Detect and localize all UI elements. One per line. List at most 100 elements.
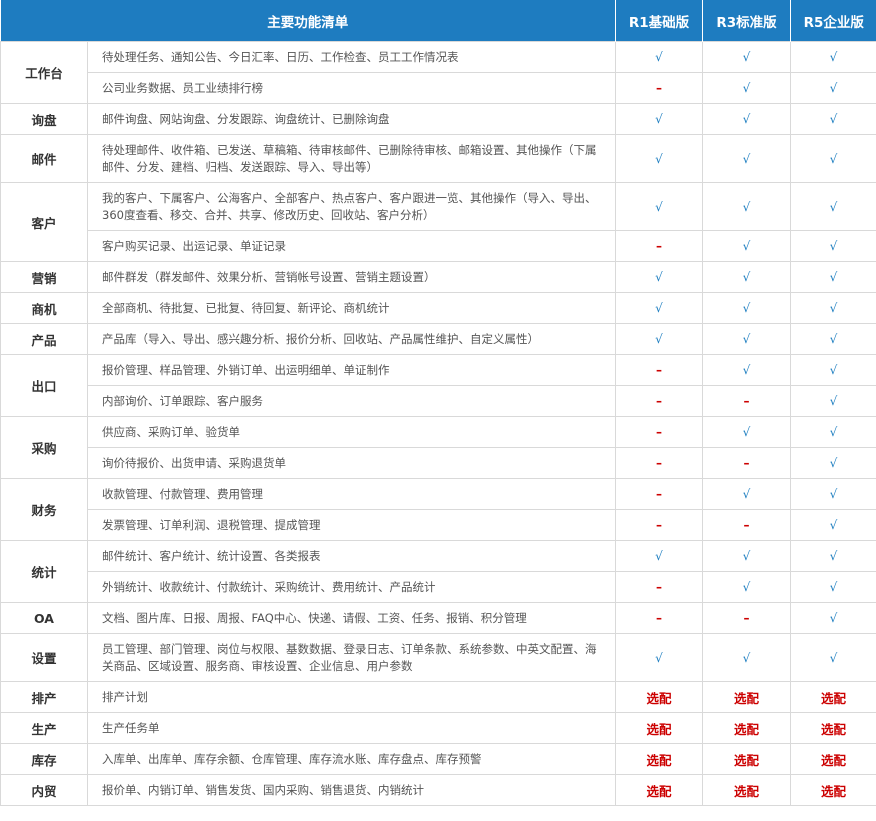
table-row: 公司业务数据、员工业绩排行榜 – √ √ bbox=[1, 72, 876, 104]
feature-description: 生产任务单 bbox=[87, 712, 616, 744]
feature-description: 供应商、采购订单、验货单 bbox=[87, 416, 616, 448]
r5-availability-included: √ bbox=[790, 416, 876, 448]
table-row: OA 文档、图片库、日报、周报、FAQ中心、快递、请假、工资、任务、报销、积分管理… bbox=[0, 602, 876, 634]
feature-description: 我的客户、下属客户、公海客户、全部客户、热点客户、客户跟进一览、其他操作（导入、… bbox=[87, 182, 616, 231]
feature-description: 客户购买记录、出运记录、单证记录 bbox=[87, 230, 616, 262]
module-name: 邮件 bbox=[0, 134, 88, 183]
r3-availability-included: √ bbox=[702, 571, 791, 603]
table-row: 商机 全部商机、待批复、已批复、待回复、新评论、商机统计 √ √ √ bbox=[0, 292, 876, 324]
table-row: 产品 产品库（导入、导出、感兴趣分析、报价分析、回收站、产品属性维护、自定义属性）… bbox=[0, 323, 876, 355]
table-row: 财务 收款管理、付款管理、费用管理 – √ √ bbox=[0, 478, 876, 541]
r3-availability-included: √ bbox=[702, 478, 791, 510]
r1-availability-optional: 选配 bbox=[615, 712, 703, 744]
r3-availability-optional: 选配 bbox=[702, 712, 791, 744]
feature-description: 邮件群发（群发邮件、效果分析、营销帐号设置、营销主题设置） bbox=[87, 261, 616, 293]
r5-availability-optional: 选配 bbox=[790, 681, 876, 713]
feature-description: 内部询价、订单跟踪、客户服务 bbox=[87, 385, 616, 417]
r1-availability-not-included: – bbox=[615, 478, 703, 510]
r3-edition-header: R3标准版 bbox=[702, 0, 791, 42]
r3-availability-included: √ bbox=[702, 323, 791, 355]
r5-availability-included: √ bbox=[790, 230, 876, 262]
table-header: 主要功能清单 R1基础版 R3标准版 R5企业版 bbox=[0, 0, 876, 42]
table-row: 排产 排产计划 选配 选配 选配 bbox=[0, 681, 876, 713]
feature-description: 产品库（导入、导出、感兴趣分析、报价分析、回收站、产品属性维护、自定义属性） bbox=[87, 323, 616, 355]
table-row: 出口 报价管理、样品管理、外销订单、出运明细单、单证制作 – √ √ bbox=[0, 354, 876, 417]
feature-description: 报价管理、样品管理、外销订单、出运明细单、单证制作 bbox=[87, 354, 616, 386]
r5-availability-included: √ bbox=[790, 292, 876, 324]
r3-availability-included: √ bbox=[702, 182, 791, 231]
r3-availability-included: √ bbox=[702, 134, 791, 183]
r3-availability-not-included: – bbox=[702, 602, 791, 634]
module-name: 设置 bbox=[0, 633, 88, 682]
r1-availability-optional: 选配 bbox=[615, 743, 703, 775]
r5-availability-included: √ bbox=[790, 354, 876, 386]
r1-availability-included: √ bbox=[615, 323, 703, 355]
feature-comparison-table: 主要功能清单 R1基础版 R3标准版 R5企业版 工作台 待处理任务、通知公告、今… bbox=[0, 0, 876, 806]
r5-availability-included: √ bbox=[790, 447, 876, 479]
table-row: 发票管理、订单利润、退税管理、提成管理 – – √ bbox=[1, 509, 876, 541]
r5-availability-included: √ bbox=[790, 134, 876, 183]
r5-availability-optional: 选配 bbox=[790, 774, 876, 806]
feature-description: 排产计划 bbox=[87, 681, 616, 713]
feature-description: 员工管理、部门管理、岗位与权限、基数数据、登录日志、订单条款、系统参数、中英文配… bbox=[87, 633, 616, 682]
r5-availability-included: √ bbox=[790, 478, 876, 510]
r5-availability-optional: 选配 bbox=[790, 743, 876, 775]
r1-availability-not-included: – bbox=[615, 72, 703, 104]
table-row: 邮件 待处理邮件、收件箱、已发送、草稿箱、待审核邮件、已删除待审核、邮箱设置、其他… bbox=[0, 134, 876, 183]
r1-edition-header: R1基础版 bbox=[615, 0, 703, 42]
r5-availability-included: √ bbox=[790, 261, 876, 293]
table-row: 采购 供应商、采购订单、验货单 – √ √ bbox=[0, 416, 876, 479]
feature-description: 外销统计、收款统计、付款统计、采购统计、费用统计、产品统计 bbox=[87, 571, 616, 603]
feature-list-header: 主要功能清单 bbox=[0, 0, 616, 42]
r1-availability-not-included: – bbox=[615, 385, 703, 417]
r5-availability-included: √ bbox=[790, 385, 876, 417]
table-row: 询盘 邮件询盘、网站询盘、分发跟踪、询盘统计、已删除询盘 √ √ √ bbox=[0, 103, 876, 135]
r3-availability-included: √ bbox=[702, 230, 791, 262]
table-body: 工作台 待处理任务、通知公告、今日汇率、日历、工作检查、员工工作情况表 √ √ √ 公司业… bbox=[0, 41, 876, 806]
r3-availability-included: √ bbox=[702, 354, 791, 386]
table-row: 外销统计、收款统计、付款统计、采购统计、费用统计、产品统计 – √ √ bbox=[1, 571, 876, 603]
r1-availability-included: √ bbox=[615, 103, 703, 135]
feature-description: 收款管理、付款管理、费用管理 bbox=[87, 478, 616, 510]
module-name: 采购 bbox=[0, 416, 88, 479]
feature-description: 文档、图片库、日报、周报、FAQ中心、快递、请假、工资、任务、报销、积分管理 bbox=[87, 602, 616, 634]
module-name: 内贸 bbox=[0, 774, 88, 806]
module-name: 出口 bbox=[0, 354, 88, 417]
r5-availability-included: √ bbox=[790, 540, 876, 572]
r1-availability-included: √ bbox=[615, 134, 703, 183]
table-row: 询价待报价、出货申请、采购退货单 – – √ bbox=[1, 447, 876, 479]
r5-availability-included: √ bbox=[790, 103, 876, 135]
r5-edition-header: R5企业版 bbox=[790, 0, 876, 42]
feature-description: 待处理邮件、收件箱、已发送、草稿箱、待审核邮件、已删除待审核、邮箱设置、其他操作… bbox=[87, 134, 616, 183]
feature-description: 公司业务数据、员工业绩排行榜 bbox=[87, 72, 616, 104]
module-name: 商机 bbox=[0, 292, 88, 324]
r1-availability-not-included: – bbox=[615, 416, 703, 448]
r3-availability-optional: 选配 bbox=[702, 774, 791, 806]
r1-availability-included: √ bbox=[615, 292, 703, 324]
r1-availability-not-included: – bbox=[615, 230, 703, 262]
r1-availability-not-included: – bbox=[615, 602, 703, 634]
r1-availability-included: √ bbox=[615, 261, 703, 293]
module-name: 库存 bbox=[0, 743, 88, 775]
r1-availability-included: √ bbox=[615, 540, 703, 572]
r5-availability-included: √ bbox=[790, 633, 876, 682]
r1-availability-included: √ bbox=[615, 41, 703, 73]
feature-description: 邮件统计、客户统计、统计设置、各类报表 bbox=[87, 540, 616, 572]
module-name: 工作台 bbox=[0, 41, 88, 104]
r5-availability-included: √ bbox=[790, 41, 876, 73]
feature-description: 发票管理、订单利润、退税管理、提成管理 bbox=[87, 509, 616, 541]
r3-availability-included: √ bbox=[702, 633, 791, 682]
r3-availability-included: √ bbox=[702, 416, 791, 448]
r1-availability-optional: 选配 bbox=[615, 774, 703, 806]
r3-availability-included: √ bbox=[702, 41, 791, 73]
feature-description: 报价单、内销订单、销售发货、国内采购、销售退货、内销统计 bbox=[87, 774, 616, 806]
r3-availability-optional: 选配 bbox=[702, 743, 791, 775]
module-name: 财务 bbox=[0, 478, 88, 541]
r3-availability-included: √ bbox=[702, 261, 791, 293]
r1-availability-not-included: – bbox=[615, 571, 703, 603]
r3-availability-included: √ bbox=[702, 292, 791, 324]
module-name: OA bbox=[0, 602, 88, 634]
r5-availability-included: √ bbox=[790, 571, 876, 603]
module-name: 客户 bbox=[0, 182, 88, 262]
module-name: 排产 bbox=[0, 681, 88, 713]
